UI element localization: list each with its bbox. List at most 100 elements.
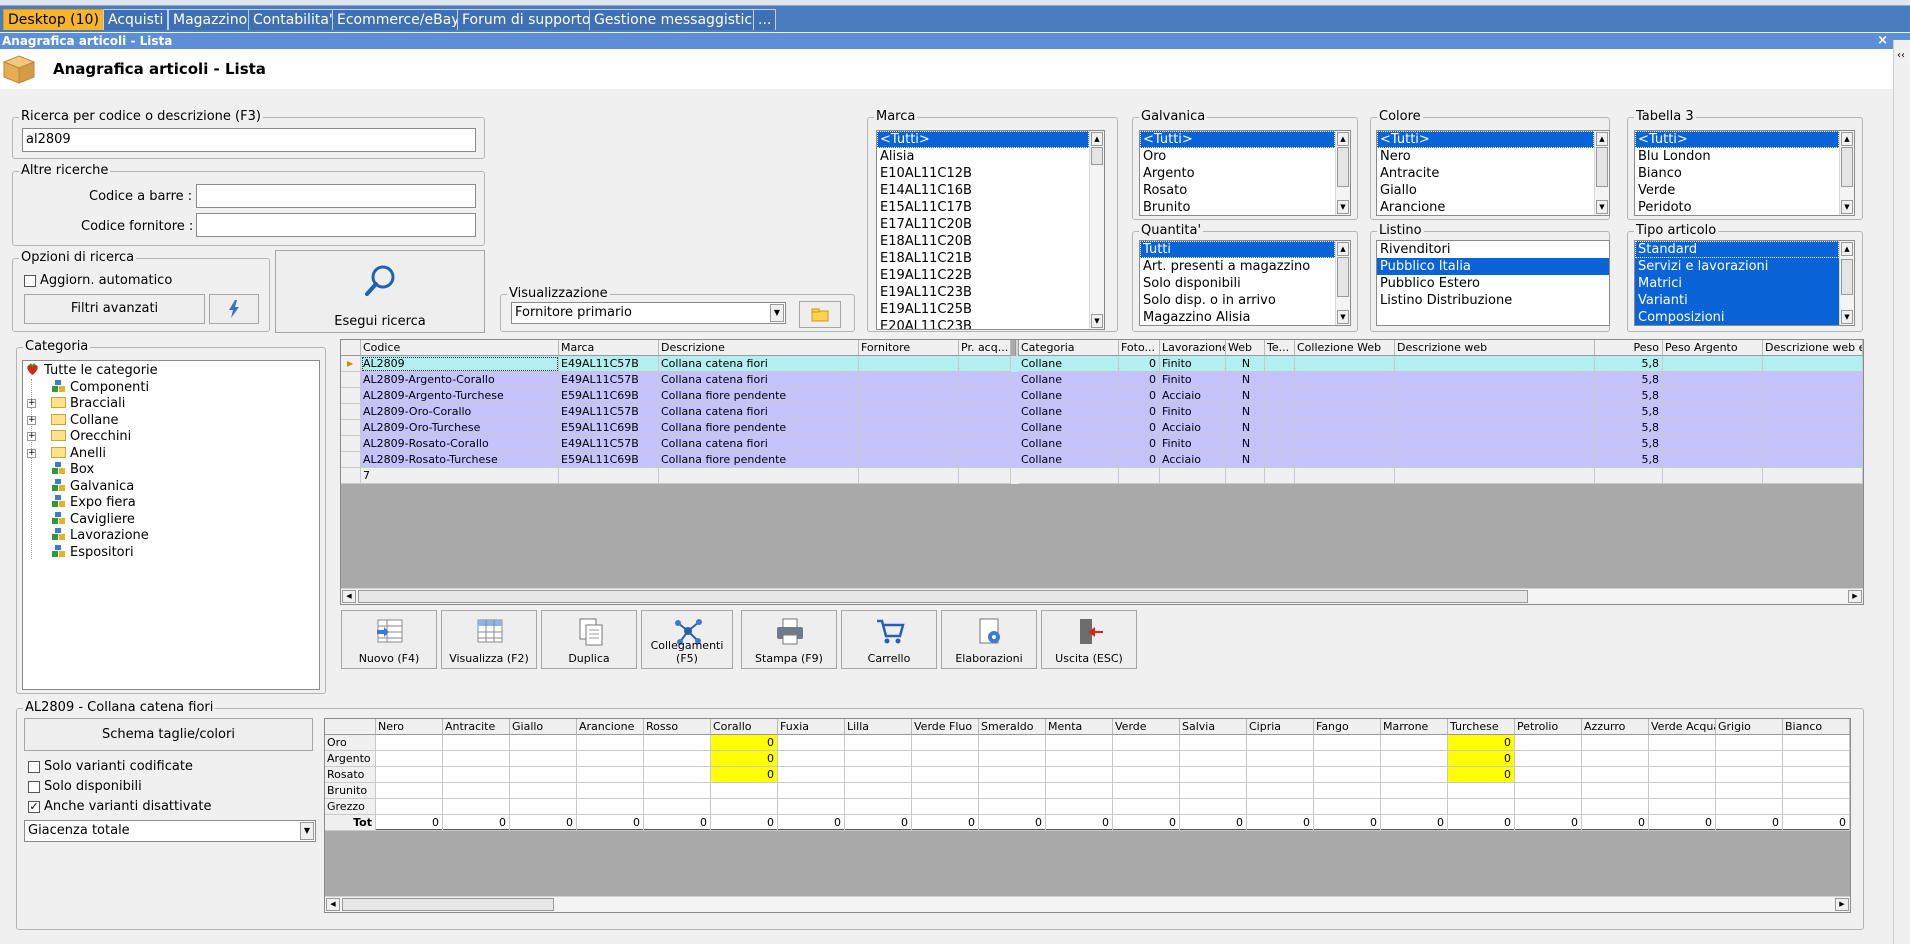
- articles-hscrollbar[interactable]: ◀ ▶: [341, 588, 1863, 604]
- variants-grid[interactable]: Nero Antracite Giallo Arancione Rosso Corallo…: [324, 718, 1851, 913]
- marca-scrollbar[interactable]: ▲ ▼: [1089, 131, 1104, 329]
- elaborazioni-button[interactable]: Elaborazioni: [941, 610, 1037, 669]
- tab-acquisti[interactable]: Acquisti: [103, 9, 169, 30]
- marca-list-item[interactable]: E20AL11C23B: [877, 318, 1089, 329]
- lightning-button[interactable]: [209, 294, 259, 324]
- galvanica-list-item[interactable]: Argento: [1140, 165, 1335, 182]
- scroll-up-icon[interactable]: ▲: [1596, 132, 1608, 146]
- tabella3-list-item[interactable]: <Tutti>: [1635, 131, 1839, 148]
- quantita-scrollbar[interactable]: ▲ ▼: [1335, 241, 1350, 325]
- variant-row[interactable]: Oro 0 0: [325, 735, 1850, 751]
- marca-list-item[interactable]: E19AL11C23B: [877, 284, 1089, 301]
- only-coded-variants-checkbox[interactable]: [28, 761, 40, 773]
- table-row[interactable]: ▶ AL2809 E49AL11C57B Collana catena fiori Co…: [341, 356, 1863, 372]
- tab-desktop[interactable]: Desktop (10): [3, 9, 104, 30]
- scroll-thumb[interactable]: [1596, 147, 1608, 187]
- supplier-code-input[interactable]: [196, 213, 476, 237]
- variant-row[interactable]: Brunito: [325, 783, 1850, 799]
- articles-grid[interactable]: Codice Marca Descrizione Fornitore Pr. acq..…: [340, 339, 1864, 605]
- marca-list-item[interactable]: E19AL11C25B: [877, 301, 1089, 318]
- tipo_articolo-list-item[interactable]: Composizioni: [1635, 309, 1839, 325]
- scroll-thumb[interactable]: [342, 898, 554, 911]
- expand-plus-icon[interactable]: +: [27, 432, 36, 441]
- galvanica-list-item[interactable]: Brunito: [1140, 199, 1335, 215]
- table-row[interactable]: AL2809-Argento-Corallo E49AL11C57B Collana…: [341, 372, 1863, 388]
- schema-taglie-colori-button[interactable]: Schema taglie/colori: [24, 718, 313, 751]
- tree-item-bracciali[interactable]: Bracciali: [51, 395, 125, 413]
- giacenza-select[interactable]: Giacenza totale ▼: [24, 820, 316, 842]
- tab-more[interactable]: ...: [753, 9, 777, 30]
- marca-list-item[interactable]: E15AL11C17B: [877, 199, 1089, 216]
- uscita-button[interactable]: Uscita (ESC): [1041, 610, 1137, 669]
- tree-item-galvanica[interactable]: Galvanica: [51, 478, 134, 496]
- tree-item-orecchini[interactable]: Orecchini: [51, 428, 131, 446]
- expand-plus-icon[interactable]: +: [27, 448, 36, 458]
- tree-item-lavorazione[interactable]: Lavorazione: [51, 527, 149, 545]
- tabella3-list-item[interactable]: Blu London: [1635, 148, 1839, 165]
- tree-item-anelli[interactable]: Anelli: [51, 445, 106, 463]
- scroll-right-icon[interactable]: ▶: [1835, 898, 1849, 911]
- scroll-left-icon[interactable]: ◀: [342, 590, 356, 603]
- advanced-filters-button[interactable]: Filtri avanzati: [24, 294, 205, 324]
- table-row[interactable]: AL2809-Argento-Turchese E59AL11C69B Collan…: [341, 388, 1863, 404]
- galvanica-scrollbar[interactable]: ▲ ▼: [1335, 131, 1350, 215]
- quantita-list-item[interactable]: Solo disp. o in arrivo: [1140, 292, 1335, 309]
- quantita-list-item[interactable]: Magazzino Alisia: [1140, 309, 1335, 325]
- scroll-thumb[interactable]: [1091, 147, 1103, 165]
- scroll-down-icon[interactable]: ▼: [1337, 310, 1349, 324]
- colore-list-item[interactable]: <Tutti>: [1377, 131, 1594, 148]
- scroll-left-icon[interactable]: ◀: [326, 898, 340, 911]
- close-icon[interactable]: ×: [1877, 33, 1888, 49]
- scroll-up-icon[interactable]: ▲: [1091, 132, 1103, 146]
- table-row[interactable]: AL2809-Oro-Corallo E49AL11C57B Collana cat…: [341, 404, 1863, 420]
- carrello-button[interactable]: Carrello: [841, 610, 937, 669]
- listino-list-item[interactable]: Rivenditori: [1377, 241, 1609, 258]
- collegamenti-button[interactable]: Collegamenti (F5): [641, 610, 733, 669]
- colore-list-item[interactable]: Giallo: [1377, 182, 1594, 199]
- marca-list-item[interactable]: E17AL11C20B: [877, 216, 1089, 233]
- scroll-up-icon[interactable]: ▲: [1841, 132, 1853, 146]
- visualizza-button[interactable]: Visualizza (F2): [441, 610, 537, 669]
- scroll-down-icon[interactable]: ▼: [1337, 200, 1349, 214]
- expand-plus-icon[interactable]: +: [27, 415, 36, 425]
- table-row[interactable]: AL2809-Oro-Turchese E59AL11C69B Collana fi…: [341, 420, 1863, 436]
- marca-list-item[interactable]: E14AL11C16B: [877, 182, 1089, 199]
- auto-update-checkbox[interactable]: [24, 275, 36, 287]
- tree-item-tutte-le-categorie[interactable]: Tutte le categorie: [25, 362, 158, 380]
- scroll-right-icon[interactable]: ▶: [1848, 590, 1862, 603]
- quantita-list-item[interactable]: Art. presenti a magazzino: [1140, 258, 1335, 275]
- marca-list-item[interactable]: E10AL11C12B: [877, 165, 1089, 182]
- scroll-thumb[interactable]: [358, 590, 1528, 603]
- table-row[interactable]: AL2809-Rosato-Turchese E59AL11C69B Collana…: [341, 452, 1863, 468]
- tipo_articolo-list-item[interactable]: Servizi e lavorazioni: [1635, 258, 1839, 275]
- stampa-button[interactable]: Stampa (F9): [741, 610, 837, 669]
- colore-scrollbar[interactable]: ▲ ▼: [1594, 131, 1609, 215]
- quantita-list-item[interactable]: Solo disponibili: [1140, 275, 1335, 292]
- scroll-down-icon[interactable]: ▼: [1091, 314, 1103, 328]
- colore-list[interactable]: <Tutti> Nero Antracite Giallo Arancione ▲ ▼: [1376, 130, 1610, 216]
- scroll-thumb[interactable]: [1337, 147, 1349, 187]
- variant-row[interactable]: Grezzo: [325, 799, 1850, 815]
- scroll-down-icon[interactable]: ▼: [1841, 200, 1853, 214]
- include-disabled-checkbox[interactable]: ✓: [28, 801, 40, 813]
- scroll-thumb[interactable]: [1841, 259, 1853, 295]
- tree-item-cavigliere[interactable]: Cavigliere: [51, 511, 135, 529]
- view-folder-button[interactable]: [799, 301, 841, 328]
- quantita-list-item[interactable]: Tutti: [1140, 241, 1335, 258]
- run-search-button[interactable]: Esegui ricerca: [275, 250, 485, 333]
- scroll-down-icon[interactable]: ▼: [1841, 310, 1853, 324]
- table-row[interactable]: AL2809-Rosato-Corallo E49AL11C57B Collana …: [341, 436, 1863, 452]
- category-tree[interactable]: Tutte le categorie Componenti Bracciali + Co…: [22, 360, 320, 690]
- tipo_articolo-list-item[interactable]: Varianti: [1635, 292, 1839, 309]
- tree-item-espositori[interactable]: Espositori: [51, 544, 134, 562]
- tab-forum-supporto[interactable]: Forum di supporto: [457, 9, 596, 30]
- tabella3-list-item[interactable]: Peridoto: [1635, 199, 1839, 215]
- marca-list-item[interactable]: E18AL11C20B: [877, 233, 1089, 250]
- tab-magazzino[interactable]: Magazzino: [168, 9, 253, 30]
- colore-list-item[interactable]: Antracite: [1377, 165, 1594, 182]
- search-input[interactable]: al2809: [22, 128, 476, 152]
- colore-list-item[interactable]: Nero: [1377, 148, 1594, 165]
- scroll-up-icon[interactable]: ▲: [1337, 132, 1349, 146]
- tabella3-list-item[interactable]: Bianco: [1635, 165, 1839, 182]
- quantita-list[interactable]: Tutti Art. presenti a magazzino Solo dispo…: [1139, 240, 1351, 326]
